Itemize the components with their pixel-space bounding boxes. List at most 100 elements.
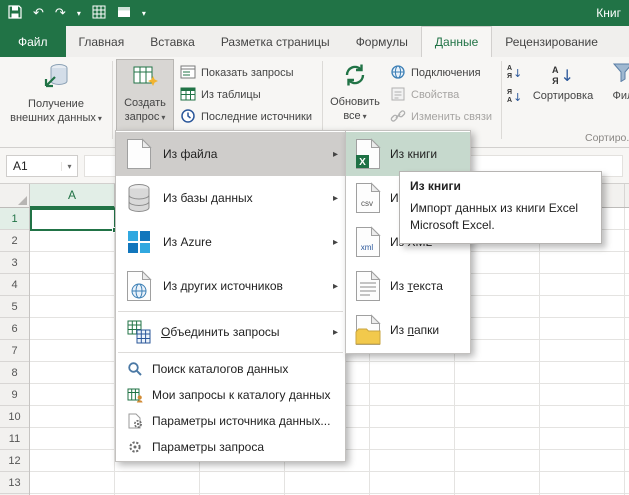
connections-button[interactable]: Подключения [390, 63, 481, 83]
row-header-cell[interactable]: 13 [0, 472, 29, 494]
submenu-arrow-icon: ▸ [332, 192, 338, 204]
refresh-all-label-line2: все ▾ [343, 109, 367, 122]
menu-item-my-catalog-queries[interactable]: Мои запросы к каталогу данных [116, 382, 345, 408]
row-header-cell[interactable]: 2 [0, 230, 29, 252]
row-header-cell[interactable]: 9 [0, 384, 29, 406]
undo-icon[interactable]: ↶ [33, 7, 44, 20]
caret-down-icon: ▾ [362, 111, 367, 121]
submenu-item-label: Из текста [390, 279, 443, 293]
sort-ascending-icon: АЯ [507, 64, 513, 80]
edit-links-label: Изменить связи [411, 111, 493, 123]
svg-text:csv: csv [361, 199, 373, 208]
name-box-value: A1 [13, 159, 28, 173]
sort-descending-button[interactable]: ЯА ↓ [507, 87, 531, 107]
table-icon[interactable] [92, 5, 106, 22]
column-header-a[interactable]: A [30, 184, 115, 208]
tab-formulas[interactable]: Формулы [343, 26, 421, 57]
sort-icon: АЯ ↓ [552, 65, 574, 86]
page-globe-icon [123, 270, 155, 302]
submenu-item-from-text[interactable]: Из текста [346, 264, 470, 308]
show-queries-button[interactable]: Показать запросы [180, 63, 294, 83]
show-queries-icon [180, 64, 196, 83]
menu-item-from-database[interactable]: Из базы данных ▸ [116, 176, 345, 220]
get-external-label-line2: внешних данных ▾ [10, 111, 102, 124]
row-header-cell[interactable]: 11 [0, 428, 29, 450]
menu-item-from-file[interactable]: Из файла ▸ [116, 132, 345, 176]
new-query-menu: Из файла ▸ Из базы данных ▸ Из Azure ▸ И… [115, 130, 346, 462]
active-cell-selection[interactable] [30, 208, 118, 233]
edit-links-button: Изменить связи [390, 107, 492, 127]
excel-window: ↶ ↷ ▾ ▾ Книг Файл Главная Вставка Размет… [0, 0, 629, 495]
from-table-button[interactable]: Из таблицы [180, 85, 261, 105]
quick-access-toolbar: ↶ ↷ ▾ ▾ [8, 4, 146, 22]
azure-icon [123, 229, 155, 255]
recent-sources-button[interactable]: Последние источники [180, 107, 312, 127]
recent-sources-icon [180, 108, 196, 127]
new-query-button[interactable]: Создать запрос ▾ [116, 59, 174, 131]
row-header-cell[interactable]: 6 [0, 318, 29, 340]
save-icon[interactable] [8, 4, 22, 22]
filter-button[interactable]: Фил [597, 59, 629, 131]
folder-icon [352, 314, 384, 346]
sort-button[interactable]: АЯ ↓ Сортировка [533, 59, 593, 131]
sort-ascending-button[interactable]: АЯ ↓ [507, 63, 531, 83]
properties-icon [390, 86, 406, 105]
merge-tables-icon [126, 320, 152, 344]
name-box[interactable]: A1 ▾ [6, 155, 78, 177]
text-file-icon [352, 270, 384, 302]
tab-page-layout[interactable]: Разметка страницы [208, 26, 343, 57]
menu-item-label: Мои запросы к каталогу данных [152, 388, 331, 402]
filter-funnel-icon [612, 62, 629, 87]
svg-text:xml: xml [361, 243, 374, 252]
select-all-corner[interactable] [0, 184, 30, 208]
new-query-label-line1: Создать [124, 96, 166, 109]
menu-item-data-catalog-search[interactable]: Поиск каталогов данных [116, 356, 345, 382]
submenu-item-from-workbook[interactable]: X Из книги [346, 132, 470, 176]
gear-icon [126, 439, 144, 455]
row-header-cell[interactable]: 1 [0, 208, 29, 230]
row-header-cell[interactable]: 12 [0, 450, 29, 472]
tab-data[interactable]: Данные [420, 26, 493, 57]
row-header-column: 1 2 3 4 5 6 7 8 9 10 11 12 13 [0, 208, 30, 495]
excel-workbook-icon: X [352, 138, 384, 170]
xml-file-icon: xml [352, 226, 384, 258]
menu-item-query-options[interactable]: Параметры запроса [116, 434, 345, 460]
menu-item-from-azure[interactable]: Из Azure ▸ [116, 220, 345, 264]
tooltip-body: Импорт данных из книги Excel Microsoft E… [410, 201, 579, 232]
caret-down-icon: ▾ [161, 112, 166, 122]
show-queries-label: Показать запросы [201, 67, 294, 79]
get-external-label-line1: Получение [28, 97, 84, 110]
menu-item-data-source-settings[interactable]: Параметры источника данных... [116, 408, 345, 434]
redo-icon[interactable]: ↷ [55, 7, 66, 20]
ribbon-display-icon[interactable] [117, 5, 131, 22]
row-header-cell[interactable]: 4 [0, 274, 29, 296]
ribbon-display-caret-icon[interactable]: ▾ [142, 9, 146, 18]
row-header-cell[interactable]: 7 [0, 340, 29, 362]
tab-home[interactable]: Главная [66, 26, 138, 57]
name-box-caret-icon[interactable]: ▾ [61, 161, 77, 171]
row-header-cell[interactable]: 3 [0, 252, 29, 274]
sort-filter-group-label: Сортиро... [585, 132, 629, 144]
search-icon [126, 361, 144, 377]
submenu-arrow-icon: ▸ [332, 236, 338, 248]
refresh-all-button[interactable]: Обновить все ▾ [326, 59, 384, 131]
row-header-cell[interactable]: 8 [0, 362, 29, 384]
menu-item-from-other-sources[interactable]: Из других источников ▸ [116, 264, 345, 308]
get-external-data-icon [42, 62, 70, 95]
menu-item-label: Из других источников [163, 279, 283, 293]
qat-dropdown-icon[interactable]: ▾ [77, 9, 81, 18]
tab-file[interactable]: Файл [0, 26, 66, 57]
title-bar: ↶ ↷ ▾ ▾ Книг [0, 0, 629, 26]
group-separator [112, 61, 113, 139]
menu-item-combine-queries[interactable]: Объединить запросы ▸ [116, 315, 345, 349]
row-header-cell[interactable]: 10 [0, 406, 29, 428]
menu-item-label: Из Azure [163, 235, 212, 249]
row-header-cell[interactable]: 5 [0, 296, 29, 318]
svg-text:X: X [359, 157, 366, 168]
tab-review[interactable]: Рецензирование [492, 26, 611, 57]
filter-label: Фил [612, 89, 629, 102]
submenu-item-from-folder[interactable]: Из папки [346, 308, 470, 352]
tab-insert[interactable]: Вставка [137, 26, 208, 57]
ribbon-tab-row: Файл Главная Вставка Разметка страницы Ф… [0, 26, 629, 57]
get-external-data-button[interactable]: Получение внешних данных ▾ [4, 59, 108, 131]
